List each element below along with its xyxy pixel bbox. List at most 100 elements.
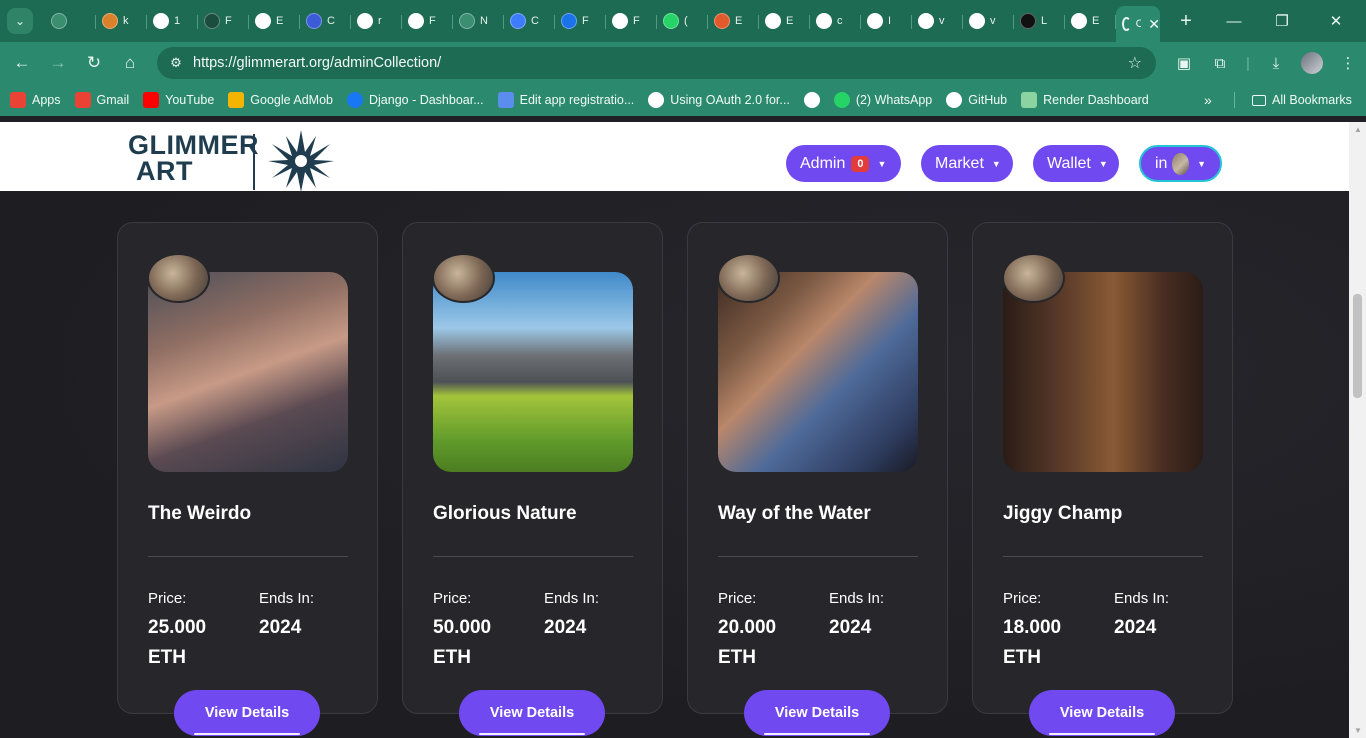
browser-tab[interactable]: E: [249, 5, 300, 37]
url-text[interactable]: https://glimmerart.org/adminCollection/: [193, 55, 441, 71]
browser-tab[interactable]: r: [351, 5, 402, 37]
download-icon[interactable]: ⤓: [1258, 55, 1294, 72]
scroll-down-icon[interactable]: ▼: [1354, 726, 1362, 735]
user-dropdown[interactable]: in ▼: [1139, 145, 1222, 182]
bookmark-label: (2) WhatsApp: [855, 93, 933, 107]
browser-tab[interactable]: E: [759, 5, 810, 37]
restore-button[interactable]: ❐: [1258, 0, 1306, 42]
card-divider: [1003, 556, 1203, 557]
browser-tab[interactable]: (: [657, 5, 708, 37]
bookmark-item[interactable]: GitHub: [946, 92, 1007, 108]
bookmark-item[interactable]: Edit app registratio...: [497, 92, 634, 108]
close-tab-icon[interactable]: ✕: [1148, 16, 1160, 33]
bookmark-item[interactable]: YouTube: [143, 92, 214, 108]
site-logo[interactable]: GLIMMER ART: [128, 132, 259, 186]
view-details-button[interactable]: View Details: [459, 690, 605, 736]
caret-down-icon: ▼: [1197, 158, 1206, 169]
card-title: The Weirdo: [148, 503, 252, 524]
bookmark-item[interactable]: Google AdMob: [228, 92, 333, 108]
home-button[interactable]: ⌂: [112, 45, 148, 81]
browser-tab[interactable]: v: [963, 5, 1014, 37]
close-window-button[interactable]: ✕: [1306, 0, 1366, 42]
more-bookmarks-button[interactable]: »: [1204, 84, 1212, 116]
toolbar-actions: ▣ ⧉ | ⤓ ⋮: [1166, 42, 1366, 84]
bookmark-item[interactable]: Render Dashboard: [1021, 92, 1149, 108]
all-bookmarks-button[interactable]: All Bookmarks: [1252, 84, 1352, 116]
browser-tab[interactable]: c: [810, 5, 861, 37]
scrollbar-thumb[interactable]: [1353, 294, 1362, 398]
play-icon: [1020, 13, 1036, 29]
site-settings-icon[interactable]: ⚙: [161, 55, 191, 71]
browser-tab[interactable]: F: [555, 5, 606, 37]
logo-line-2: ART: [136, 156, 193, 186]
browser-tab[interactable]: L: [1014, 5, 1065, 37]
user-avatar: [1172, 152, 1190, 175]
tab-label: E: [1092, 15, 1100, 27]
browser-tab[interactable]: F: [198, 5, 249, 37]
browser-tab[interactable]: E: [708, 5, 759, 37]
browser-tab[interactable]: I: [861, 5, 912, 37]
owner-avatar[interactable]: [147, 253, 210, 303]
price-value: 20.000 ETH: [718, 613, 818, 673]
button-underline: [764, 733, 870, 735]
button-underline: [194, 733, 300, 735]
bookmark-item[interactable]: (2) WhatsApp: [833, 92, 933, 108]
extensions-icon[interactable]: ⧉: [1202, 55, 1238, 72]
openai-icon: [867, 13, 883, 29]
view-details-button[interactable]: View Details: [174, 690, 320, 736]
tab-label: v: [990, 15, 996, 27]
browser-tab[interactable]: k: [96, 5, 147, 37]
whatsapp-icon: [833, 92, 850, 108]
view-details-button[interactable]: View Details: [744, 690, 890, 736]
browser-tab[interactable]: C: [504, 5, 555, 37]
ends-value: 2024: [1114, 617, 1157, 638]
browser-tab[interactable]: F: [402, 5, 453, 37]
camera-icon: [1071, 13, 1087, 29]
browser-tab[interactable]: v: [912, 5, 963, 37]
render-icon: [1021, 92, 1038, 108]
browser-tab[interactable]: 1: [147, 5, 198, 37]
globe-icon: [459, 13, 475, 29]
tab-search-button[interactable]: ⌄: [7, 8, 33, 34]
browser-tab[interactable]: E: [1065, 5, 1116, 37]
browser-tab[interactable]: C: [300, 5, 351, 37]
scroll-up-icon[interactable]: ▲: [1354, 125, 1362, 134]
menu-icon[interactable]: ⋮: [1330, 54, 1366, 72]
loading-icon: [969, 13, 985, 29]
bookmark-star-icon[interactable]: ☆: [1128, 53, 1142, 73]
openai-icon: [408, 13, 424, 29]
view-details-button[interactable]: View Details: [1029, 690, 1175, 736]
bookmark-item[interactable]: Apps: [10, 92, 61, 108]
wallet-dropdown[interactable]: Wallet ▼: [1033, 145, 1119, 182]
back-button[interactable]: ←: [4, 45, 40, 81]
tab-label: (: [684, 15, 688, 27]
new-tab-button[interactable]: +: [1172, 10, 1200, 33]
bookmark-label: GitHub: [968, 93, 1008, 107]
cast-icon[interactable]: ▣: [1166, 54, 1202, 72]
browser-tab[interactable]: [45, 5, 96, 37]
owner-avatar[interactable]: [1002, 253, 1065, 303]
page-scrollbar[interactable]: ▲ ▼: [1349, 122, 1366, 738]
circle-icon: [153, 13, 169, 29]
all-bookmarks-label: All Bookmarks: [1272, 93, 1352, 107]
owner-avatar[interactable]: [432, 253, 495, 303]
logo-star-icon: [268, 130, 334, 192]
bookmark-item[interactable]: [803, 92, 820, 108]
button-label: View Details: [489, 705, 575, 721]
browser-tab[interactable]: F: [606, 5, 657, 37]
owner-avatar[interactable]: [717, 253, 780, 303]
browser-tab[interactable]: N: [453, 5, 504, 37]
tab-label: c: [837, 15, 843, 27]
address-bar[interactable]: ⚙ https://glimmerart.org/adminCollection…: [157, 47, 1156, 79]
tab-label: E: [276, 15, 284, 27]
tab-active[interactable]: C ✕: [1116, 6, 1160, 42]
market-dropdown[interactable]: Market ▼: [921, 145, 1013, 182]
forward-button[interactable]: →: [40, 45, 76, 81]
minimize-button[interactable]: —: [1210, 0, 1258, 42]
bookmark-item[interactable]: Gmail: [74, 92, 129, 108]
bookmark-item[interactable]: Django - Dashboar...: [346, 92, 484, 108]
profile-avatar[interactable]: [1301, 52, 1323, 74]
bookmark-item[interactable]: Using OAuth 2.0 for...: [648, 92, 790, 108]
reload-button[interactable]: ↻: [76, 45, 112, 81]
admin-dropdown[interactable]: Admin 0 ▼: [786, 145, 901, 182]
